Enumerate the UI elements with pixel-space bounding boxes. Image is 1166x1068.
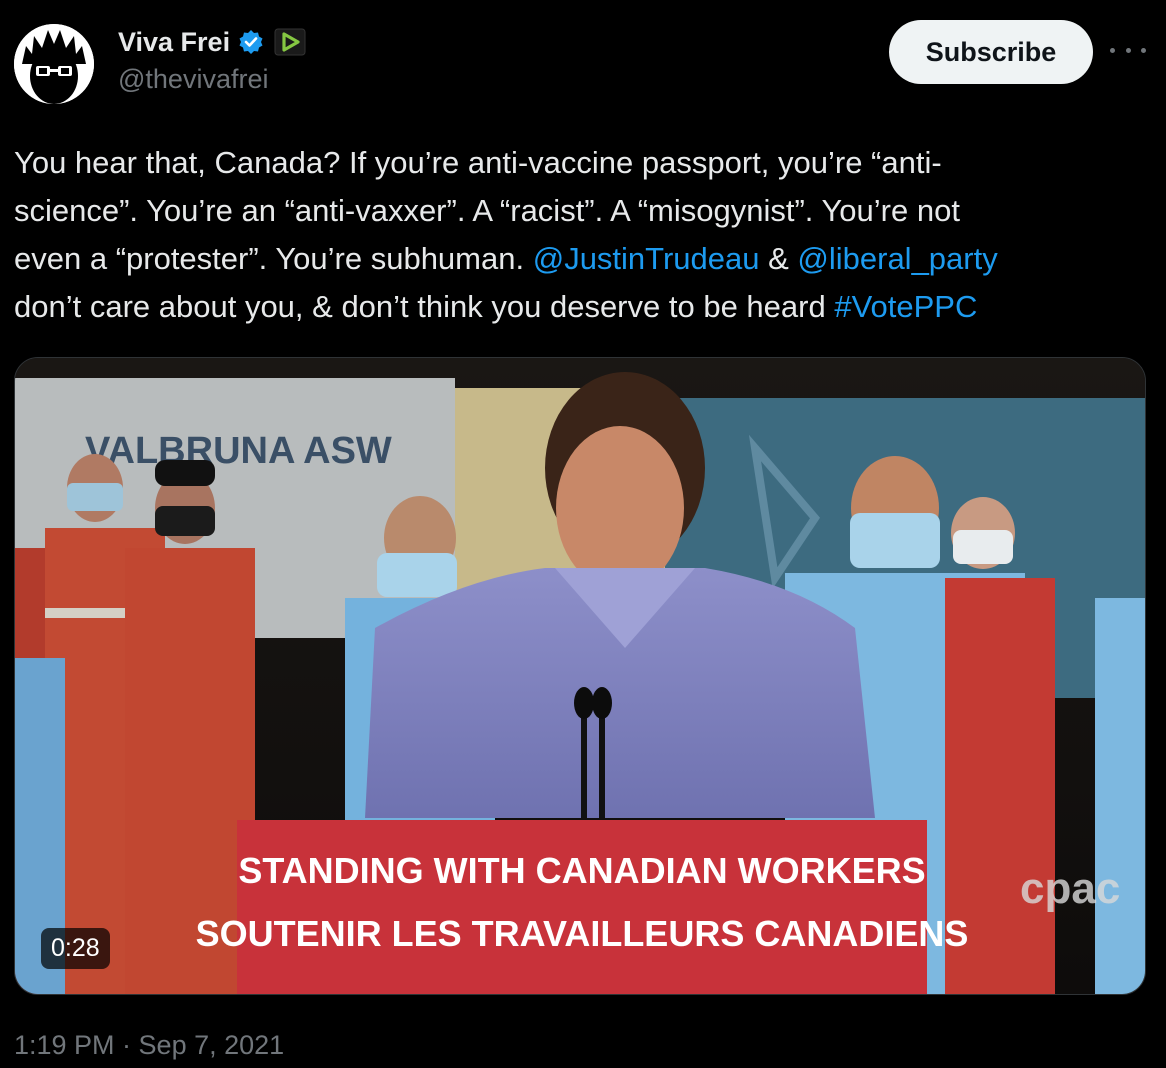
- video-frame: VALBRUNA ASW STANDING WITH CANADIAN WORK…: [15, 358, 1145, 994]
- cpac-watermark: cpac: [1020, 864, 1120, 913]
- author-name-row[interactable]: Viva Frei: [118, 24, 306, 60]
- rumble-play-icon[interactable]: [274, 28, 306, 56]
- subscribe-button[interactable]: Subscribe: [889, 20, 1093, 84]
- video-duration-badge: 0:28: [41, 928, 110, 969]
- podium-line-2: SOUTENIR LES TRAVAILLEURS CANADIENS: [196, 913, 969, 954]
- hashtag-voteppc-link[interactable]: #VotePPC: [834, 289, 977, 324]
- author-display-name[interactable]: Viva Frei: [118, 27, 230, 58]
- banner-text: VALBRUNA ASW: [85, 430, 392, 472]
- tweet-line-3-mid: &: [759, 241, 798, 276]
- podium-line-1: STANDING WITH CANADIAN WORKERS: [238, 850, 925, 891]
- more-icon[interactable]: [1110, 38, 1146, 62]
- tweet-line-2: science”. You’re an “anti-vaxxer”. A “ra…: [14, 193, 960, 228]
- video-player[interactable]: VALBRUNA ASW STANDING WITH CANADIAN WORK…: [14, 357, 1146, 995]
- verified-badge-icon[interactable]: [238, 29, 264, 55]
- tweet-line-4-text: don’t care about you, & don’t think you …: [14, 289, 835, 324]
- tweet-line-1: You hear that, Canada? If you’re anti-va…: [14, 145, 942, 180]
- tweet-line-3: even a “protester”. You’re subhuman. @Ju…: [14, 235, 1134, 283]
- tweet-timestamp[interactable]: 1:19 PM · Sep 7, 2021: [14, 1030, 284, 1061]
- mention-liberal-party-link[interactable]: @liberal_party: [797, 241, 997, 276]
- tweet-line-4: don’t care about you, & don’t think you …: [14, 283, 1134, 331]
- author-handle[interactable]: @thevivafrei: [118, 64, 268, 95]
- podium: [237, 820, 927, 994]
- avatar-cartoon-icon: [14, 24, 94, 104]
- tweet-text: You hear that, Canada? If you’re anti-va…: [14, 139, 1134, 331]
- avatar[interactable]: [14, 24, 94, 104]
- tweet-line-3-text: even a “protester”. You’re subhuman.: [14, 241, 533, 276]
- mention-justintrudeau-link[interactable]: @JustinTrudeau: [533, 241, 760, 276]
